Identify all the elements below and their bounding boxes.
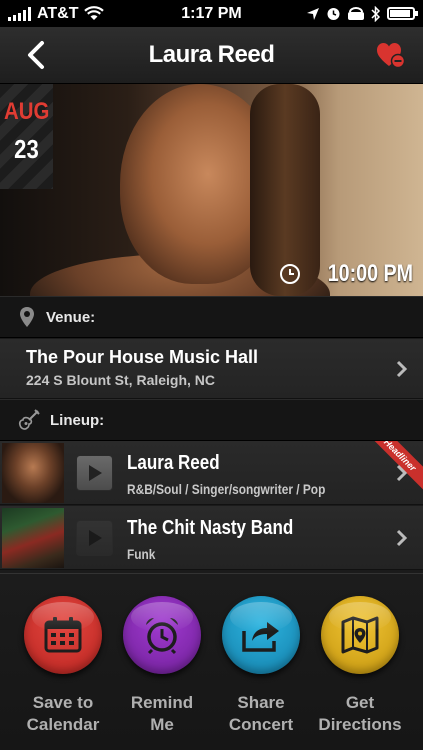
favorite-heart-button[interactable] bbox=[375, 41, 405, 69]
headliner-badge: Headliner bbox=[362, 441, 423, 493]
action-label: Remind Me bbox=[130, 693, 194, 735]
save-to-calendar-button[interactable]: Save to Calendar bbox=[13, 596, 113, 736]
get-directions-button[interactable]: Get Directions bbox=[310, 596, 410, 736]
signal-strength-icon bbox=[8, 6, 31, 21]
action-label: Share Concert bbox=[228, 693, 294, 735]
play-icon bbox=[88, 465, 102, 481]
play-preview-button[interactable] bbox=[76, 520, 113, 556]
back-button[interactable] bbox=[20, 37, 54, 73]
action-label: Save to Calendar bbox=[26, 693, 100, 735]
venue-name: The Pour House Music Hall bbox=[26, 347, 259, 367]
artist-name: Laura Reed bbox=[127, 452, 220, 474]
show-time-text: 10:00 PM bbox=[327, 260, 413, 287]
bluetooth-icon bbox=[371, 5, 381, 22]
guitar-icon bbox=[18, 409, 40, 430]
play-icon bbox=[88, 530, 102, 546]
lineup-section-header: Lineup: bbox=[0, 399, 423, 441]
artist-thumbnail bbox=[2, 443, 64, 503]
venue-section-header: Venue: bbox=[0, 296, 423, 338]
location-arrow-icon bbox=[307, 7, 319, 20]
action-label: Get Directions bbox=[318, 693, 402, 735]
status-bar: AT&T 1:17 PM bbox=[0, 0, 423, 27]
wifi-icon bbox=[84, 6, 105, 20]
battery-icon bbox=[387, 7, 418, 20]
share-concert-button[interactable]: Share Concert bbox=[211, 596, 311, 736]
venue-row[interactable]: The Pour House Music Hall 224 S Blount S… bbox=[0, 339, 423, 399]
nav-bar: Laura Reed bbox=[0, 27, 423, 84]
artist-hero-image: AUG 23 10:00 PM bbox=[0, 84, 423, 296]
artist-genre: Funk bbox=[127, 546, 156, 562]
remind-me-button[interactable]: Remind Me bbox=[112, 596, 212, 736]
show-time: 10:00 PM bbox=[279, 260, 413, 288]
play-preview-button[interactable] bbox=[76, 455, 113, 491]
chevron-right-icon bbox=[396, 360, 408, 378]
tty-icon bbox=[348, 6, 364, 20]
lineup-row[interactable]: The Chit Nasty Band Funk bbox=[0, 506, 423, 570]
date-month: AUG bbox=[3, 98, 50, 125]
date-badge: AUG 23 bbox=[0, 84, 53, 189]
alarm-clock-icon bbox=[146, 617, 178, 655]
calendar-icon bbox=[44, 617, 82, 653]
lineup-row[interactable]: Laura Reed R&B/Soul / Singer/songwriter … bbox=[0, 441, 423, 505]
chevron-right-icon bbox=[396, 529, 408, 547]
map-icon bbox=[341, 616, 379, 654]
map-pin-icon bbox=[20, 307, 34, 327]
venue-address: 224 S Blount St, Raleigh, NC bbox=[26, 372, 216, 388]
artist-thumbnail bbox=[2, 508, 64, 568]
chevron-right-icon bbox=[396, 464, 408, 482]
lineup-section-label: Lineup: bbox=[50, 411, 105, 429]
share-icon bbox=[242, 622, 279, 652]
page-title: Laura Reed bbox=[148, 41, 275, 68]
clock-icon bbox=[279, 264, 300, 284]
carrier-label: AT&T bbox=[37, 4, 79, 22]
action-bar: Save toCalendar RemindMe ShareConcert bbox=[0, 573, 423, 750]
artist-name: The Chit Nasty Band bbox=[127, 517, 294, 539]
artist-genre: R&B/Soul / Singer/songwriter / Pop bbox=[127, 481, 326, 497]
venue-section-label: Venue: bbox=[46, 308, 96, 326]
date-day: 23 bbox=[14, 134, 39, 164]
alarm-icon bbox=[327, 8, 340, 20]
